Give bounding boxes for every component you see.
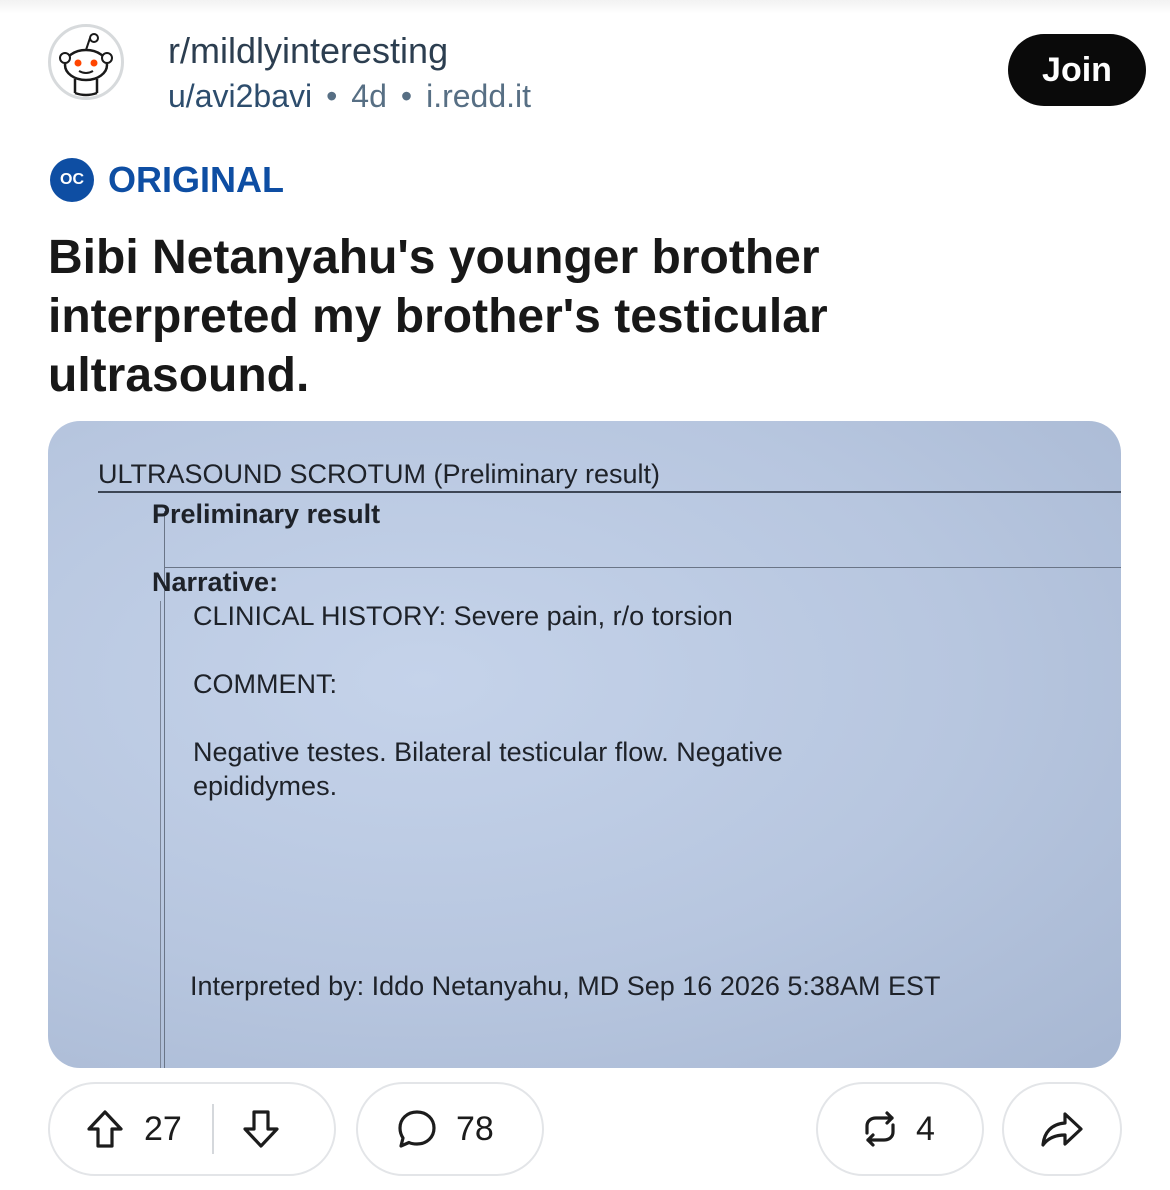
- post-age: 4d: [351, 78, 387, 114]
- interpreted-by: Interpreted by: Iddo Netanyahu, MD Sep 1…: [190, 971, 941, 1001]
- oc-badge-icon: OC: [50, 158, 94, 202]
- meta-separator: •: [400, 78, 413, 114]
- comment-line-1: Negative testes. Bilateral testicular fl…: [193, 737, 783, 767]
- snoo-avatar-icon: [59, 33, 113, 97]
- share-icon: [1037, 1107, 1087, 1151]
- flair-label: ORIGINAL: [108, 159, 284, 200]
- inner-margin-line: [160, 601, 161, 1068]
- post-title[interactable]: Bibi Netanyahu's younger brother interpr…: [48, 228, 1048, 405]
- share-button[interactable]: [1002, 1082, 1122, 1176]
- post-flair[interactable]: OC ORIGINAL: [50, 158, 284, 202]
- subreddit-name[interactable]: r/mildlyinteresting: [168, 30, 448, 72]
- comments-button[interactable]: 78: [356, 1082, 544, 1176]
- post-image[interactable]: ULTRASOUND SCROTUM (Preliminary result) …: [48, 421, 1121, 1068]
- author-link[interactable]: u/avi2bavi: [168, 78, 312, 114]
- vote-count: 27: [144, 1109, 182, 1148]
- clinical-history: CLINICAL HISTORY: Severe pain, r/o torsi…: [193, 601, 733, 631]
- comment-label: COMMENT:: [193, 669, 337, 699]
- upvote-icon[interactable]: [84, 1107, 126, 1151]
- comment-line-2: epididymes.: [193, 771, 338, 801]
- narrative-label: Narrative:: [152, 567, 279, 597]
- crosspost-count: 4: [916, 1109, 935, 1148]
- report-subheader: Preliminary result: [152, 499, 381, 529]
- section-divider: [164, 567, 1121, 568]
- downvote-icon[interactable]: [240, 1107, 282, 1151]
- post-domain[interactable]: i.redd.it: [426, 78, 531, 114]
- subreddit-avatar[interactable]: [48, 24, 124, 100]
- vote-bar: 27: [48, 1082, 336, 1176]
- crosspost-icon: [858, 1107, 902, 1151]
- report-header: ULTRASOUND SCROTUM (Preliminary result): [98, 459, 661, 489]
- comment-count: 78: [456, 1109, 494, 1148]
- header-underline: [98, 491, 1121, 493]
- post-meta: u/avi2bavi • 4d • i.redd.it: [168, 78, 531, 115]
- comment-icon: [394, 1106, 440, 1152]
- meta-separator: •: [326, 78, 338, 114]
- vote-divider: [211, 1104, 214, 1154]
- join-button[interactable]: Join: [1008, 34, 1146, 106]
- crosspost-button[interactable]: 4: [816, 1082, 984, 1176]
- top-fade: [0, 0, 1170, 14]
